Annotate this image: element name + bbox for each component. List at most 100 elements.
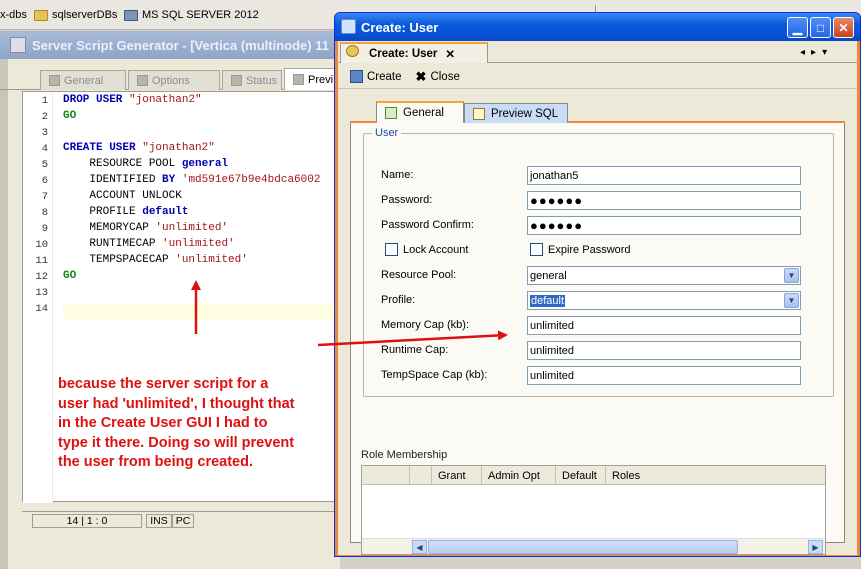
- line-number: 10: [35, 239, 48, 251]
- name-input[interactable]: jonathan5: [527, 166, 801, 185]
- user-group: User Name: jonathan5 Password: ●●●●●● Pa…: [363, 127, 834, 397]
- tab-list-icon[interactable]: ▾: [822, 47, 827, 58]
- line-number: 11: [35, 255, 48, 267]
- folder-icon: [34, 9, 48, 21]
- tab-close-icon[interactable]: ✕: [445, 47, 455, 61]
- resource-pool-select[interactable]: general ▼: [527, 266, 801, 285]
- current-line-highlight: [63, 303, 341, 319]
- create-user-dialog: Create: User ▁ □ ✕ Create: User ✕ ◂ ▸ ▾ …: [334, 12, 861, 557]
- preview-icon: [293, 74, 304, 85]
- form-tabs: General Preview SQL: [350, 101, 845, 123]
- status-bar: 14 | 1 : 0 INS PC: [22, 511, 340, 529]
- taskbar-item-xdbs[interactable]: x-dbs: [0, 7, 27, 23]
- code-line: RESOURCE POOL general: [63, 158, 229, 170]
- line-number: 7: [41, 191, 48, 203]
- line-number: 14: [35, 303, 48, 315]
- maximize-button[interactable]: □: [810, 17, 831, 38]
- grid-icon: [385, 107, 397, 119]
- tab-label: Status: [246, 74, 278, 87]
- role-membership-table[interactable]: Grant Admin Opt Default Roles ◀ ▶: [361, 465, 826, 555]
- column-header[interactable]: Grant: [432, 466, 482, 485]
- previous-tab-icon[interactable]: ◂: [800, 47, 805, 58]
- column-header[interactable]: Default: [556, 466, 606, 485]
- user-icon: [346, 45, 359, 57]
- tab-label: General: [64, 74, 104, 87]
- next-tab-icon[interactable]: ▸: [811, 47, 816, 58]
- tab-preview-sql[interactable]: Preview SQL: [464, 103, 568, 123]
- close-icon: ✕: [838, 20, 849, 35]
- code-line: IDENTIFIED BY 'md591e67b9e4bdca6002: [63, 174, 321, 186]
- selected-value: default: [530, 294, 566, 307]
- code-line: ACCOUNT UNLOCK: [63, 190, 182, 202]
- tab-general[interactable]: General: [40, 70, 126, 90]
- tab-status[interactable]: Status: [222, 70, 282, 90]
- tab-label: Previ: [308, 73, 334, 86]
- line-number: 3: [41, 127, 48, 139]
- runtime-cap-input[interactable]: unlimited: [527, 341, 801, 360]
- line-number: 2: [41, 111, 48, 123]
- status-icon: [231, 75, 242, 86]
- close-button[interactable]: ✖ Close: [412, 67, 464, 87]
- lock-account-checkbox[interactable]: Lock Account: [385, 243, 468, 256]
- role-membership-title: Role Membership: [361, 449, 448, 461]
- dialog-title-bar[interactable]: Create: User: [335, 13, 860, 41]
- sql-icon: [473, 107, 485, 120]
- tempspace-cap-input[interactable]: unlimited: [527, 366, 801, 385]
- memory-cap-label: Memory Cap (kb):: [381, 319, 470, 331]
- code-line: RUNTIMECAP 'unlimited': [63, 238, 235, 250]
- close-icon: ✖: [415, 68, 427, 84]
- scroll-left-icon[interactable]: ◀: [412, 540, 427, 554]
- options-icon: [137, 75, 148, 86]
- minimize-icon: ▁: [792, 20, 803, 35]
- close-window-button[interactable]: ✕: [833, 17, 854, 38]
- tab-options[interactable]: Options: [128, 70, 220, 90]
- line-number-gutter: 1 2 3 4 5 6 7 8 9 10 11 12 13 14: [23, 92, 53, 503]
- code-line: GO: [63, 110, 77, 122]
- column-header[interactable]: Admin Opt: [482, 466, 556, 485]
- document-tab-create-user[interactable]: Create: User ✕: [340, 42, 488, 63]
- minimize-button[interactable]: ▁: [787, 17, 808, 38]
- dialog-toolbar: Create ✖ Close: [338, 65, 857, 89]
- scrollbar-thumb[interactable]: [428, 540, 738, 554]
- profile-select[interactable]: default ▼: [527, 291, 801, 310]
- annotation-text: because the server script for a user had…: [58, 376, 295, 470]
- close-label: Close: [430, 70, 460, 83]
- scroll-right-icon[interactable]: ▶: [808, 540, 823, 554]
- checkbox-box[interactable]: [530, 243, 543, 256]
- cursor-position: 14 | 1 : 0: [32, 514, 142, 528]
- insert-mode: INS: [146, 514, 172, 528]
- line-number: 5: [41, 159, 48, 171]
- column-header[interactable]: [410, 466, 432, 485]
- tab-general[interactable]: General: [376, 101, 464, 123]
- line-number: 9: [41, 223, 48, 235]
- line-number: 13: [35, 287, 48, 299]
- password-input[interactable]: ●●●●●●: [527, 191, 801, 210]
- line-number: 6: [41, 175, 48, 187]
- checkbox-box[interactable]: [385, 243, 398, 256]
- dialog-title: Create: User: [361, 19, 439, 35]
- app-icon: [10, 37, 26, 53]
- window-icon: [341, 19, 356, 34]
- taskbar-item-label: x-dbs: [0, 9, 27, 21]
- password-label: Password:: [381, 194, 433, 206]
- memory-cap-input[interactable]: unlimited: [527, 316, 801, 335]
- generator-title-bar[interactable]: Server Script Generator - [Vertica (mult…: [0, 31, 340, 59]
- document-tab-label: Create: User: [369, 47, 438, 60]
- chevron-down-icon[interactable]: ▼: [784, 293, 799, 308]
- column-header[interactable]: [362, 466, 410, 485]
- taskbar-item-mssql[interactable]: MS SQL SERVER 2012: [124, 7, 259, 23]
- create-button[interactable]: Create: [346, 68, 406, 85]
- chevron-down-icon[interactable]: ▼: [784, 268, 799, 283]
- table-header: Grant Admin Opt Default Roles: [362, 466, 825, 485]
- password-confirm-input[interactable]: ●●●●●●: [527, 216, 801, 235]
- expire-password-checkbox[interactable]: Expire Password: [530, 243, 631, 256]
- taskbar-item-sqlserverdbs[interactable]: sqlserverDBs: [34, 7, 117, 23]
- server-icon: [124, 9, 138, 21]
- checkbox-label: Lock Account: [403, 243, 469, 256]
- tempspace-cap-label: TempSpace Cap (kb):: [381, 369, 488, 381]
- maximize-icon: □: [816, 20, 825, 35]
- horizontal-scrollbar[interactable]: ◀ ▶: [362, 538, 825, 554]
- column-header[interactable]: Roles: [606, 466, 666, 485]
- code-line: MEMORYCAP 'unlimited': [63, 222, 229, 234]
- tab-preview[interactable]: Previ: [284, 68, 340, 90]
